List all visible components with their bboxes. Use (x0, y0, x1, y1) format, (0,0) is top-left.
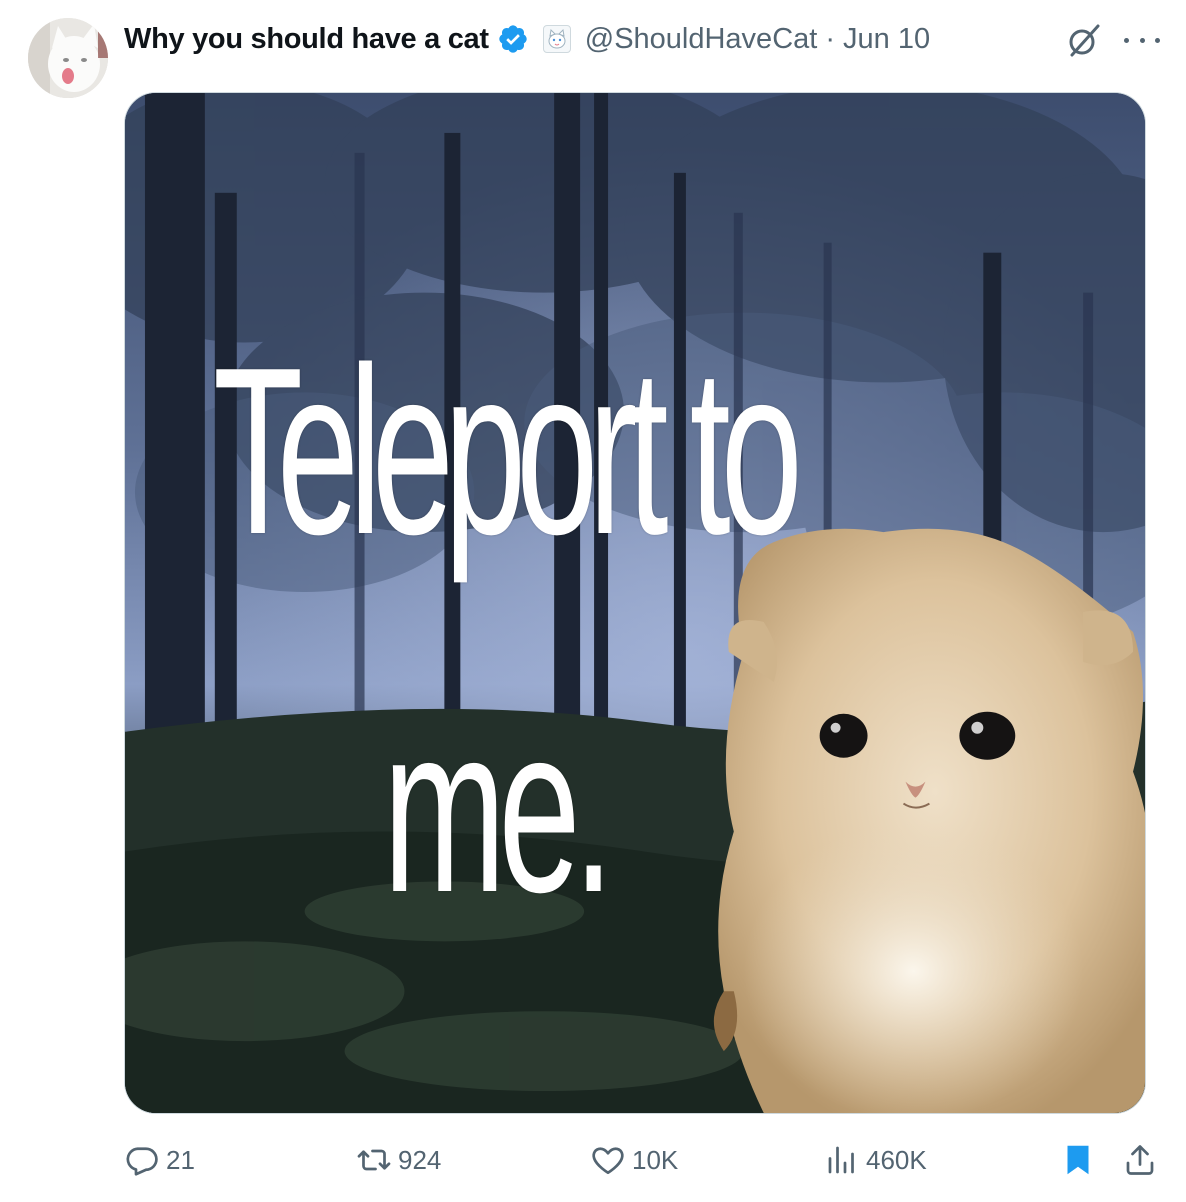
cat-affiliate-badge-icon[interactable] (542, 25, 571, 53)
like-button[interactable]: 10K (590, 1138, 678, 1182)
bookmark-icon (1067, 1145, 1089, 1175)
verified-badge-icon[interactable] (497, 23, 529, 55)
share-icon (1126, 1145, 1154, 1175)
meme-caption-line1: Teleport to (213, 319, 803, 584)
like-count: 10K (632, 1144, 679, 1175)
reply-button[interactable]: 21 (124, 1138, 195, 1182)
display-name[interactable]: Why you should have a cat (124, 23, 489, 56)
repost-button[interactable]: 924 (356, 1138, 441, 1182)
views-count: 460K (866, 1144, 927, 1175)
heart-icon (592, 1147, 624, 1175)
repost-icon (357, 1149, 391, 1171)
kitten-illustration (713, 528, 1145, 1113)
share-button[interactable] (1122, 1138, 1158, 1182)
reply-icon (126, 1147, 158, 1176)
views-button[interactable]: 460K (824, 1138, 927, 1182)
separator-dot: · (825, 22, 835, 55)
avatar[interactable] (28, 18, 108, 98)
grok-icon[interactable] (1066, 22, 1102, 58)
tweet-action-bar: 21 924 10K 460K (0, 1138, 1186, 1182)
more-options-icon[interactable] (1124, 26, 1160, 54)
repost-count: 924 (398, 1144, 442, 1175)
reply-count: 21 (166, 1144, 195, 1175)
bookmark-button[interactable] (1060, 1138, 1096, 1182)
tweet-date[interactable]: Jun 10 (843, 23, 930, 56)
tweet-header: Why you should have a cat @ShouldHaveCat… (124, 18, 930, 60)
tweet-media-image[interactable]: Teleport to me. (124, 92, 1146, 1114)
meme-caption-line2: me. (383, 677, 614, 942)
foggy-forest-background (125, 93, 1145, 1113)
views-analytics-icon (828, 1146, 854, 1174)
user-handle[interactable]: @ShouldHaveCat (585, 23, 818, 56)
white-cat-avatar-icon (28, 18, 108, 98)
